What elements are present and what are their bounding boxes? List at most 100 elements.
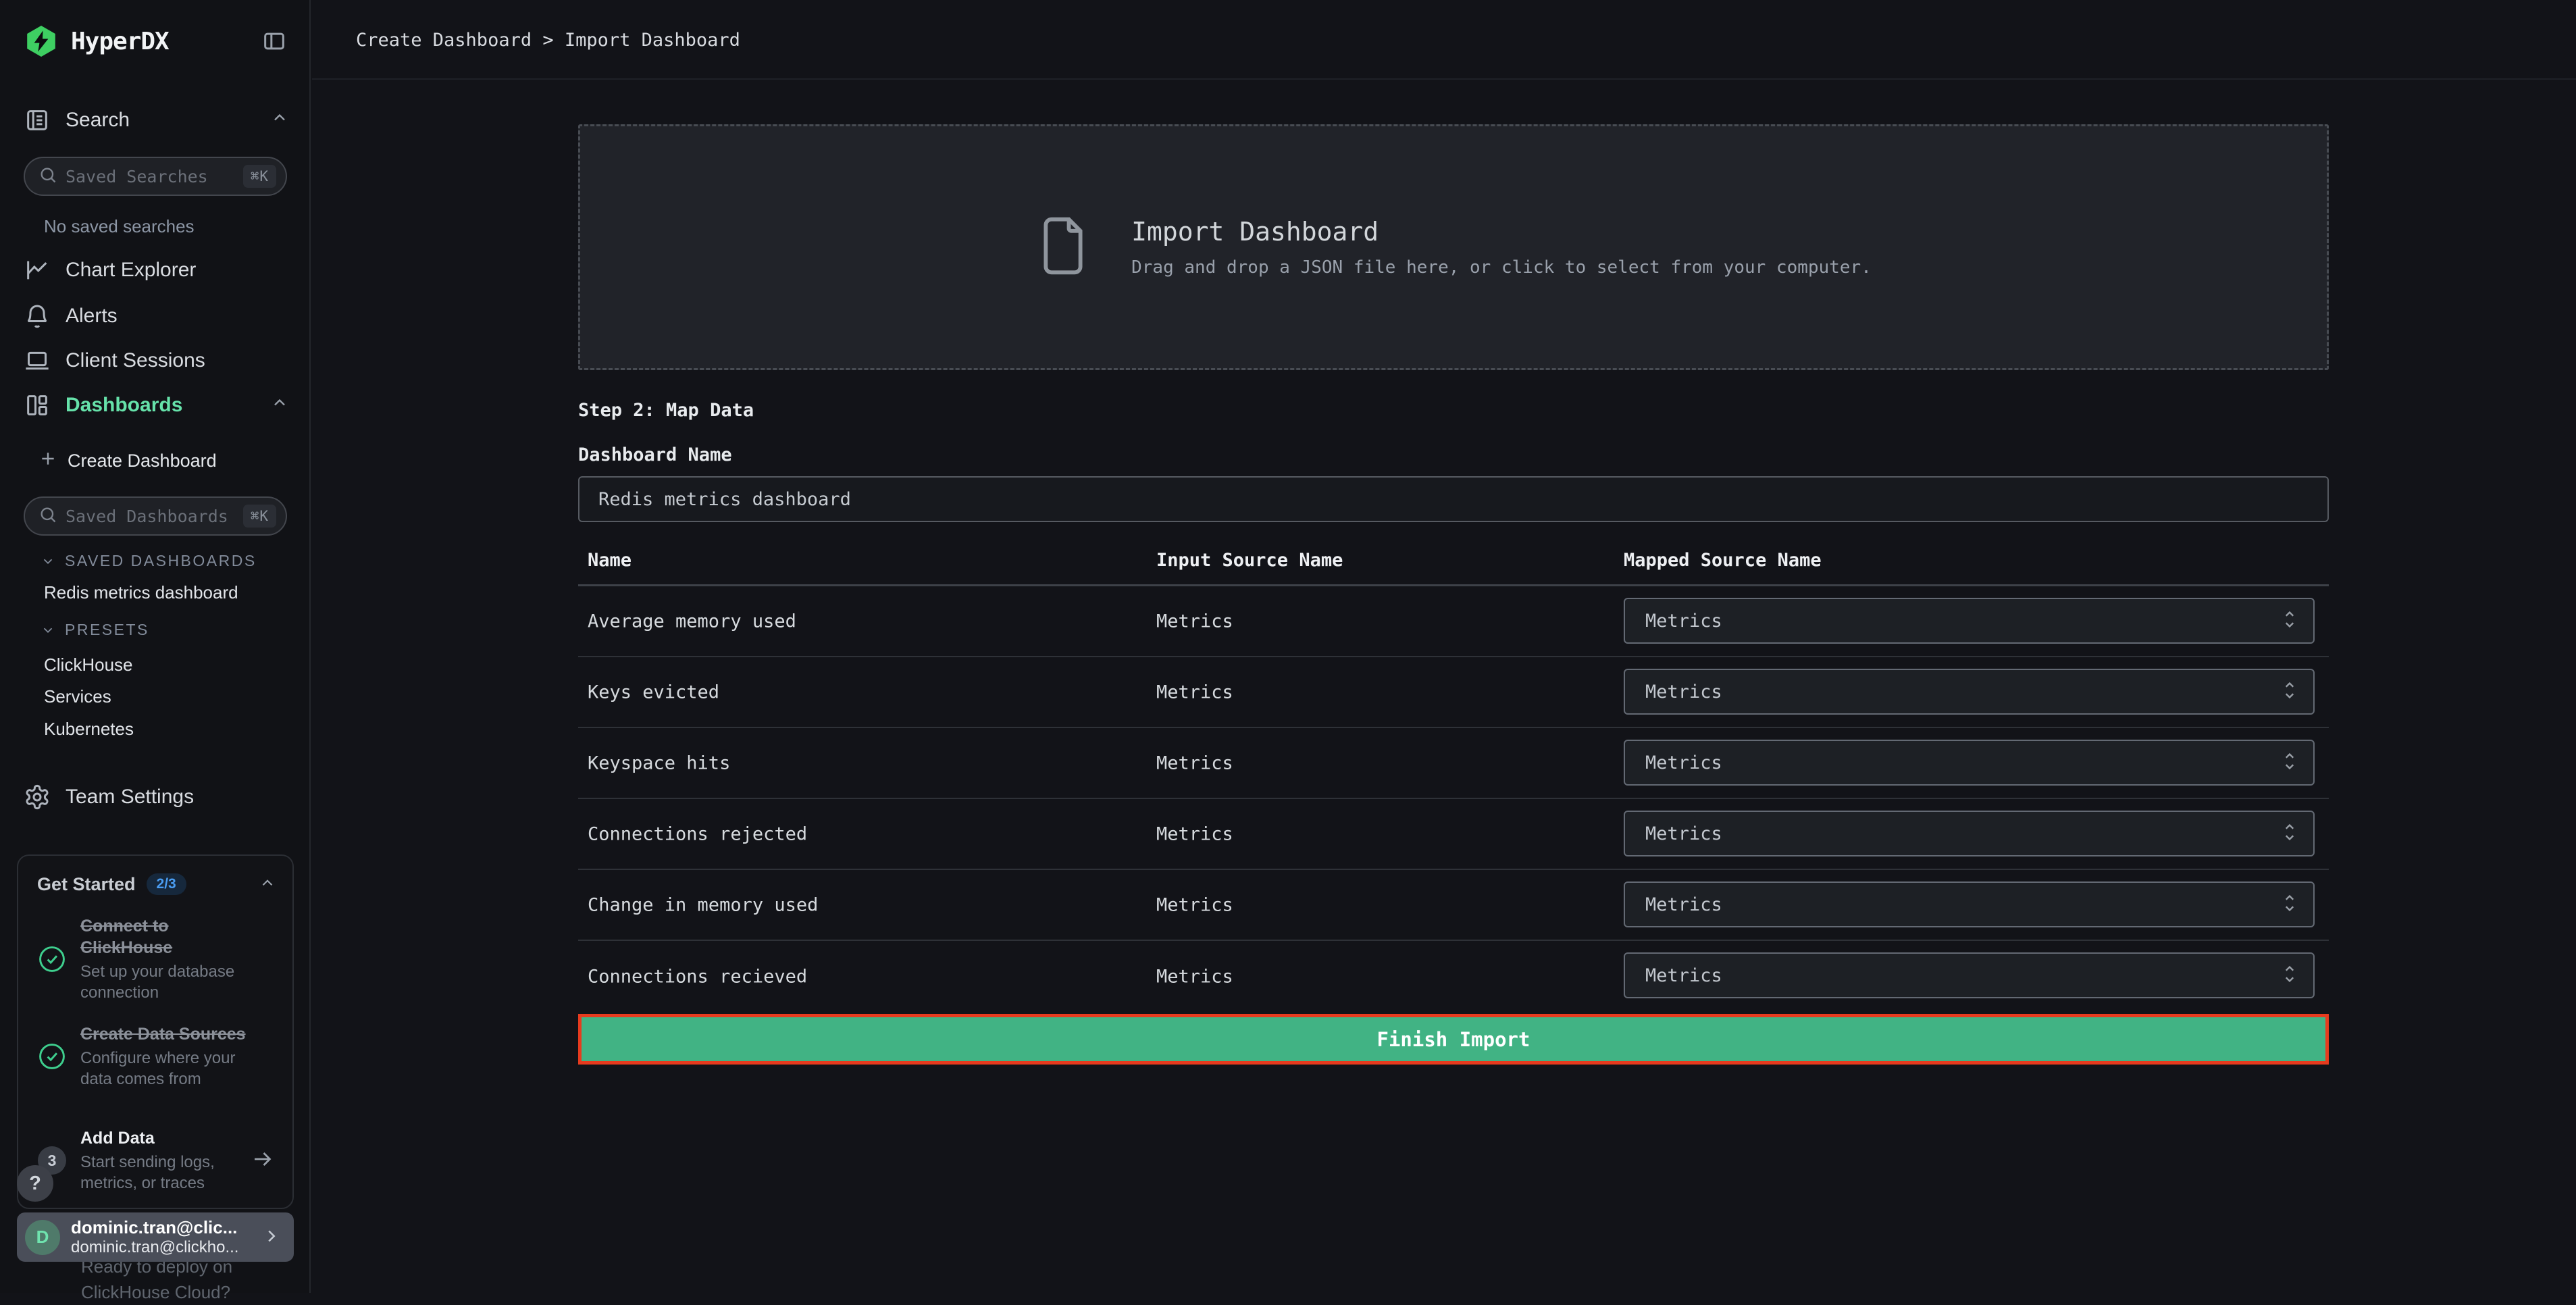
step-label: Step 2: Map Data xyxy=(578,400,754,421)
get-started-item-add-data[interactable]: 3 Add Data Start sending logs, metrics, … xyxy=(37,1127,276,1194)
search-icon xyxy=(38,165,57,187)
select-chevrons-icon xyxy=(2282,608,2297,634)
row-name: Connections recieved xyxy=(588,966,807,987)
dashboards-grid-icon xyxy=(24,392,51,419)
row-input-source: Metrics xyxy=(1156,611,1233,632)
get-started-item-title: Connect to ClickHouse xyxy=(80,915,248,958)
saved-searches-searchbox[interactable]: ⌘K xyxy=(24,157,287,196)
column-header-name: Name xyxy=(588,550,632,571)
dropzone-subtitle: Drag and drop a JSON file here, or click… xyxy=(1131,257,1872,278)
group-header-presets[interactable]: PRESETS xyxy=(41,621,149,639)
search-section-icon xyxy=(24,107,51,134)
get-started-item-title: Add Data xyxy=(80,1127,248,1149)
row-input-source: Metrics xyxy=(1156,823,1233,844)
mapped-source-select[interactable]: Metrics xyxy=(1624,811,2315,856)
create-dashboard-button[interactable]: Create Dashboard xyxy=(39,444,217,478)
sidebar-item-client-sessions[interactable]: Client Sessions xyxy=(24,338,289,383)
help-button[interactable]: ? xyxy=(17,1165,53,1202)
sidebar-item-label: Dashboards xyxy=(66,394,182,417)
chevron-right-icon xyxy=(261,1226,282,1249)
row-name: Keys evicted xyxy=(588,682,719,702)
row-input-source: Metrics xyxy=(1156,894,1233,915)
select-chevrons-icon xyxy=(2282,679,2297,705)
user-email-title: dominic.tran@clic... xyxy=(71,1217,238,1238)
sidebar-item-label: Alerts xyxy=(66,305,118,328)
keyboard-shortcut-badge: ⌘K xyxy=(243,505,276,528)
table-header: Name Input Source Name Mapped Source Nam… xyxy=(578,540,2329,586)
breadcrumb[interactable]: Create Dashboard > Import Dashboard xyxy=(356,0,740,80)
user-account-chip[interactable]: D dominic.tran@clic... dominic.tran@clic… xyxy=(17,1212,294,1262)
saved-searches-input[interactable] xyxy=(66,167,235,186)
table-row: Average memory used Metrics Metrics xyxy=(578,586,2329,657)
chevron-up-icon xyxy=(270,393,289,417)
select-value: Metrics xyxy=(1645,611,1722,632)
table-row: Keyspace hits Metrics Metrics xyxy=(578,728,2329,799)
gear-icon xyxy=(24,784,51,811)
finish-import-button[interactable]: Finish Import xyxy=(578,1014,2329,1065)
preset-item-clickhouse[interactable]: ClickHouse xyxy=(44,655,133,675)
preset-item-services[interactable]: Services xyxy=(44,686,111,707)
column-header-mapped-source: Mapped Source Name xyxy=(1624,550,1822,571)
get-started-item-subtitle: Set up your database connection xyxy=(80,961,248,1003)
sidebar-item-label: Client Sessions xyxy=(66,349,205,372)
search-icon xyxy=(38,505,57,527)
saved-dashboards-input[interactable] xyxy=(66,507,235,526)
mapped-source-select[interactable]: Metrics xyxy=(1624,740,2315,786)
import-dropzone[interactable]: Import Dashboard Drag and drop a JSON fi… xyxy=(578,124,2329,370)
table-row: Connections rejected Metrics Metrics xyxy=(578,799,2329,870)
mapped-source-select[interactable]: Metrics xyxy=(1624,669,2315,715)
preset-item-kubernetes[interactable]: Kubernetes xyxy=(44,719,134,740)
get-started-header[interactable]: Get Started 2/3 xyxy=(37,873,276,895)
get-started-item-subtitle: Configure where your data comes from xyxy=(80,1048,248,1090)
sidebar-section-search[interactable]: Search xyxy=(24,98,289,143)
select-value: Metrics xyxy=(1645,823,1722,844)
saved-dashboards-searchbox[interactable]: ⌘K xyxy=(24,496,287,536)
logo-row: HyperDX xyxy=(24,20,289,62)
row-name: Average memory used xyxy=(588,611,796,632)
chevron-down-icon xyxy=(41,623,55,638)
get-started-item-sources[interactable]: Create Data Sources Configure where your… xyxy=(37,1023,276,1090)
sidebar-item-team-settings[interactable]: Team Settings xyxy=(24,775,289,819)
sidebar-item-dashboards[interactable]: Dashboards xyxy=(24,383,289,428)
hyperdx-logo-icon xyxy=(24,24,59,59)
sidebar: HyperDX Search ⌘K No saved searches xyxy=(0,0,311,1293)
saved-dashboard-item[interactable]: Redis metrics dashboard xyxy=(44,582,238,603)
mapped-source-select[interactable]: Metrics xyxy=(1624,598,2315,644)
mapped-source-select[interactable]: Metrics xyxy=(1624,881,2315,927)
arrow-right-icon[interactable] xyxy=(251,1147,275,1174)
get-started-item-subtitle: Start sending logs, metrics, or traces xyxy=(80,1152,248,1194)
get-started-progress-badge: 2/3 xyxy=(147,873,186,895)
row-input-source: Metrics xyxy=(1156,966,1233,987)
collapse-sidebar-button[interactable] xyxy=(259,26,289,56)
mapped-source-select[interactable]: Metrics xyxy=(1624,952,2315,998)
sidebar-item-alerts[interactable]: Alerts xyxy=(24,294,289,338)
get-started-card: Get Started 2/3 Connect to ClickHouse Se… xyxy=(17,854,294,1209)
select-chevrons-icon xyxy=(2282,750,2297,775)
select-value: Metrics xyxy=(1645,682,1722,702)
get-started-item-connect[interactable]: Connect to ClickHouse Set up your databa… xyxy=(37,915,276,1003)
sidebar-item-chart-explorer[interactable]: Chart Explorer xyxy=(24,248,289,292)
top-bar: Create Dashboard > Import Dashboard xyxy=(312,0,2576,80)
select-value: Metrics xyxy=(1645,965,1722,986)
table-row: Keys evicted Metrics Metrics xyxy=(578,657,2329,728)
chevron-up-icon xyxy=(259,874,276,894)
row-name: Change in memory used xyxy=(588,894,818,915)
group-header-label: SAVED DASHBOARDS xyxy=(65,552,257,570)
select-chevrons-icon xyxy=(2282,963,2297,988)
select-chevrons-icon xyxy=(2282,892,2297,917)
table-row: Connections recieved Metrics Metrics xyxy=(578,941,2329,1012)
avatar: D xyxy=(25,1220,60,1255)
get-started-title: Get Started xyxy=(37,874,136,895)
dashboard-name-input[interactable] xyxy=(578,476,2329,522)
row-input-source: Metrics xyxy=(1156,752,1233,773)
brand-name: HyperDX xyxy=(71,28,169,55)
select-value: Metrics xyxy=(1645,894,1722,915)
chevron-up-icon xyxy=(270,108,289,132)
group-header-saved-dashboards[interactable]: SAVED DASHBOARDS xyxy=(41,552,257,570)
select-chevrons-icon xyxy=(2282,821,2297,846)
chevron-down-icon xyxy=(41,554,55,569)
file-icon xyxy=(1035,213,1091,282)
laptop-icon xyxy=(24,347,51,374)
panel-left-icon xyxy=(261,28,288,55)
dropzone-title: Import Dashboard xyxy=(1131,217,1872,247)
